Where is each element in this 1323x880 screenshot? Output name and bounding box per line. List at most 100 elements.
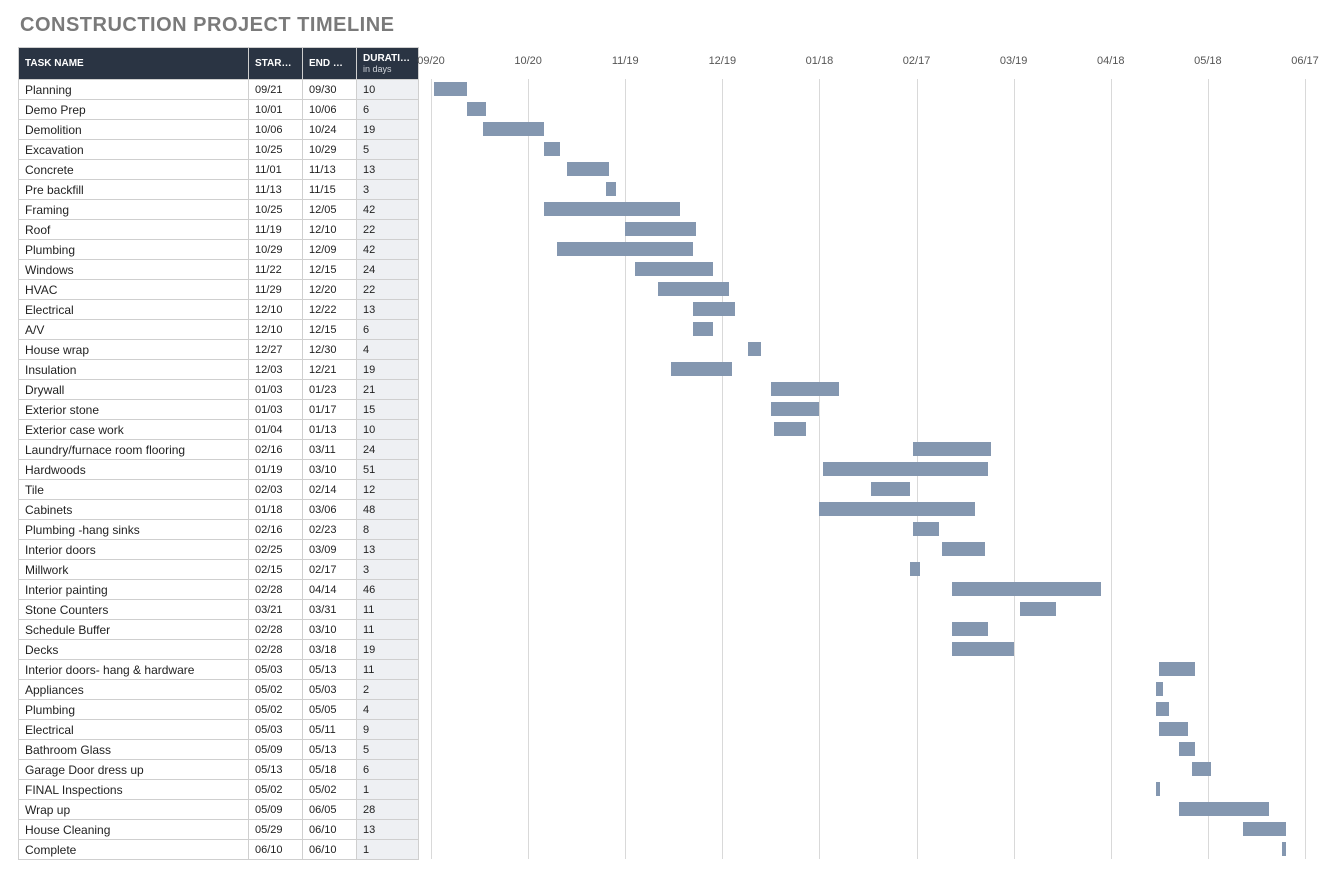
table-row: Exterior case work01/0401/1310 bbox=[19, 420, 419, 440]
cell-task-name: Bathroom Glass bbox=[19, 740, 249, 760]
gantt-bar bbox=[942, 542, 984, 556]
cell-end-date: 10/06 bbox=[303, 100, 357, 120]
cell-duration: 24 bbox=[357, 260, 419, 280]
cell-task-name: Electrical bbox=[19, 300, 249, 320]
gantt-bar bbox=[1020, 602, 1056, 616]
cell-end-date: 06/10 bbox=[303, 840, 357, 860]
cell-start-date: 05/02 bbox=[249, 700, 303, 720]
gantt-bar bbox=[910, 562, 920, 576]
gantt-bar bbox=[1282, 842, 1285, 856]
cell-duration: 19 bbox=[357, 120, 419, 140]
gantt-rows bbox=[431, 79, 1305, 859]
gantt-bar bbox=[771, 382, 839, 396]
table-row: Electrical12/1012/2213 bbox=[19, 300, 419, 320]
cell-duration: 42 bbox=[357, 240, 419, 260]
gantt-row bbox=[431, 699, 1305, 719]
gantt-bar bbox=[952, 622, 988, 636]
cell-start-date: 11/13 bbox=[249, 180, 303, 200]
table-row: Interior doors02/2503/0913 bbox=[19, 540, 419, 560]
gantt-chart: 09/2010/2011/1912/1901/1802/1703/1904/18… bbox=[431, 47, 1305, 859]
cell-task-name: Planning bbox=[19, 80, 249, 100]
table-row: Plumbing05/0205/054 bbox=[19, 700, 419, 720]
gantt-bar bbox=[819, 502, 974, 516]
cell-duration: 48 bbox=[357, 500, 419, 520]
cell-duration: 6 bbox=[357, 100, 419, 120]
gantt-row bbox=[431, 519, 1305, 539]
gantt-bar bbox=[635, 262, 713, 276]
cell-start-date: 02/28 bbox=[249, 620, 303, 640]
gantt-row bbox=[431, 399, 1305, 419]
axis-tick: 05/18 bbox=[1194, 55, 1222, 67]
table-row: Plumbing -hang sinks02/1602/238 bbox=[19, 520, 419, 540]
gantt-bar bbox=[606, 182, 616, 196]
cell-end-date: 06/05 bbox=[303, 800, 357, 820]
cell-task-name: Demo Prep bbox=[19, 100, 249, 120]
cell-end-date: 03/31 bbox=[303, 600, 357, 620]
table-row: House wrap12/2712/304 bbox=[19, 340, 419, 360]
gantt-row bbox=[431, 779, 1305, 799]
cell-end-date: 10/24 bbox=[303, 120, 357, 140]
cell-task-name: A/V bbox=[19, 320, 249, 340]
gantt-bar bbox=[483, 122, 545, 136]
cell-duration: 46 bbox=[357, 580, 419, 600]
cell-end-date: 12/15 bbox=[303, 320, 357, 340]
cell-duration: 28 bbox=[357, 800, 419, 820]
table-row: Demo Prep10/0110/066 bbox=[19, 100, 419, 120]
gantt-row bbox=[431, 199, 1305, 219]
cell-task-name: Exterior stone bbox=[19, 400, 249, 420]
table-row: Wrap up05/0906/0528 bbox=[19, 800, 419, 820]
cell-task-name: Laundry/furnace room flooring bbox=[19, 440, 249, 460]
gantt-bar bbox=[544, 142, 560, 156]
cell-task-name: Interior doors- hang & hardware bbox=[19, 660, 249, 680]
col-start-date: START DATE bbox=[249, 48, 303, 80]
cell-duration: 51 bbox=[357, 460, 419, 480]
table-row: Interior painting02/2804/1446 bbox=[19, 580, 419, 600]
cell-start-date: 11/19 bbox=[249, 220, 303, 240]
cell-start-date: 11/29 bbox=[249, 280, 303, 300]
gantt-bar bbox=[544, 202, 680, 216]
cell-end-date: 12/05 bbox=[303, 200, 357, 220]
page-title: CONSTRUCTION PROJECT TIMELINE bbox=[20, 14, 1305, 37]
cell-duration: 13 bbox=[357, 540, 419, 560]
cell-task-name: Plumbing -hang sinks bbox=[19, 520, 249, 540]
cell-duration: 5 bbox=[357, 740, 419, 760]
gantt-row bbox=[431, 719, 1305, 739]
table-row: FINAL Inspections05/0205/021 bbox=[19, 780, 419, 800]
cell-duration: 4 bbox=[357, 340, 419, 360]
cell-end-date: 04/14 bbox=[303, 580, 357, 600]
table-header-row: TASK NAME START DATE END DATE DURATION i… bbox=[19, 48, 419, 80]
table-row: HVAC11/2912/2022 bbox=[19, 280, 419, 300]
gantt-row bbox=[431, 559, 1305, 579]
cell-task-name: Insulation bbox=[19, 360, 249, 380]
cell-duration: 15 bbox=[357, 400, 419, 420]
cell-end-date: 05/03 bbox=[303, 680, 357, 700]
gantt-row bbox=[431, 79, 1305, 99]
gantt-bar bbox=[1179, 802, 1270, 816]
cell-start-date: 01/18 bbox=[249, 500, 303, 520]
gantt-row bbox=[431, 279, 1305, 299]
gantt-bar bbox=[1159, 722, 1188, 736]
gantt-row bbox=[431, 99, 1305, 119]
table-row: Pre backfill11/1311/153 bbox=[19, 180, 419, 200]
gantt-bar bbox=[913, 522, 939, 536]
cell-task-name: Cabinets bbox=[19, 500, 249, 520]
cell-start-date: 05/03 bbox=[249, 720, 303, 740]
cell-task-name: Wrap up bbox=[19, 800, 249, 820]
cell-start-date: 12/10 bbox=[249, 320, 303, 340]
cell-duration: 22 bbox=[357, 220, 419, 240]
cell-start-date: 02/28 bbox=[249, 580, 303, 600]
col-duration: DURATION in days bbox=[357, 48, 419, 80]
gantt-row bbox=[431, 219, 1305, 239]
cell-task-name: Drywall bbox=[19, 380, 249, 400]
gantt-bar bbox=[1159, 662, 1195, 676]
cell-task-name: Demolition bbox=[19, 120, 249, 140]
gantt-row bbox=[431, 459, 1305, 479]
cell-duration: 1 bbox=[357, 780, 419, 800]
cell-duration: 1 bbox=[357, 840, 419, 860]
cell-end-date: 10/29 bbox=[303, 140, 357, 160]
cell-end-date: 03/06 bbox=[303, 500, 357, 520]
gantt-row bbox=[431, 759, 1305, 779]
axis-tick: 12/19 bbox=[709, 55, 737, 67]
cell-end-date: 05/13 bbox=[303, 660, 357, 680]
cell-task-name: Hardwoods bbox=[19, 460, 249, 480]
